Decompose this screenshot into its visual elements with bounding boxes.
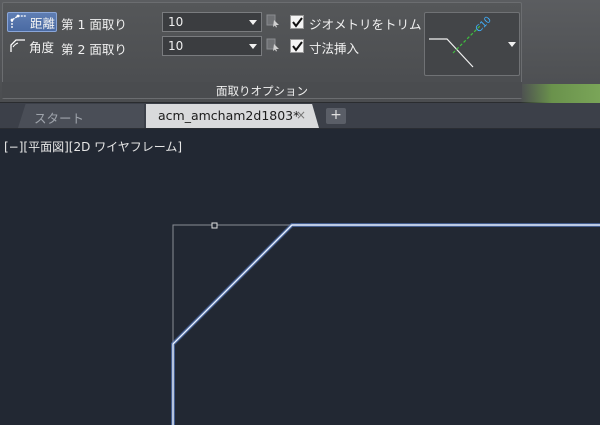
chevron-down-icon[interactable]	[249, 44, 257, 49]
checkmark-icon	[292, 17, 303, 28]
close-icon[interactable]: ×	[296, 108, 306, 122]
panel-title: 面取りオプション	[2, 82, 522, 98]
pick-point-icon[interactable]	[266, 14, 280, 28]
original-corner-lines	[172, 224, 292, 425]
distance-chamfer-icon	[10, 14, 26, 28]
highlight-glow	[171, 223, 600, 425]
tab-document[interactable]: acm_amcham2d1803*	[146, 104, 319, 128]
trim-geometry-checkbox[interactable]	[290, 15, 304, 29]
second-chamfer-input[interactable]: 10	[162, 36, 262, 56]
checkmark-icon	[292, 41, 303, 52]
viewport-controls[interactable]: [−][平面図][2D ワイヤフレーム]	[4, 138, 182, 155]
ribbon-accent	[520, 84, 600, 103]
chamfer-preview-dropdown[interactable]: C10	[424, 12, 520, 76]
angle-mode-button[interactable]: 角度	[7, 36, 57, 56]
first-chamfer-input[interactable]: 10	[162, 12, 262, 32]
chamfered-polyline	[172, 224, 600, 425]
chevron-down-icon[interactable]	[249, 20, 257, 25]
preview-dimension-text: C10	[474, 15, 494, 35]
chevron-down-icon	[508, 42, 516, 47]
angle-chamfer-icon	[10, 39, 25, 52]
distance-mode-label: 距離	[30, 15, 56, 31]
tab-start[interactable]: スタート	[18, 104, 144, 128]
pick-point-icon[interactable]	[266, 38, 280, 52]
insert-dimension-label: 寸法挿入	[309, 41, 360, 56]
new-tab-button[interactable]: +	[326, 108, 346, 124]
first-chamfer-value: 10	[168, 15, 184, 29]
second-chamfer-value: 10	[168, 39, 184, 53]
chamfer-preview-image: C10	[429, 15, 516, 68]
trim-geometry-label: ジオメトリをトリム	[309, 17, 422, 32]
grip-point-icon	[211, 222, 218, 229]
distance-mode-button[interactable]: 距離	[7, 12, 57, 32]
second-chamfer-label: 第 2 面取り	[61, 42, 127, 57]
angle-mode-label: 角度	[29, 39, 55, 55]
first-chamfer-label: 第 1 面取り	[61, 17, 127, 32]
insert-dimension-checkbox[interactable]	[290, 39, 304, 53]
